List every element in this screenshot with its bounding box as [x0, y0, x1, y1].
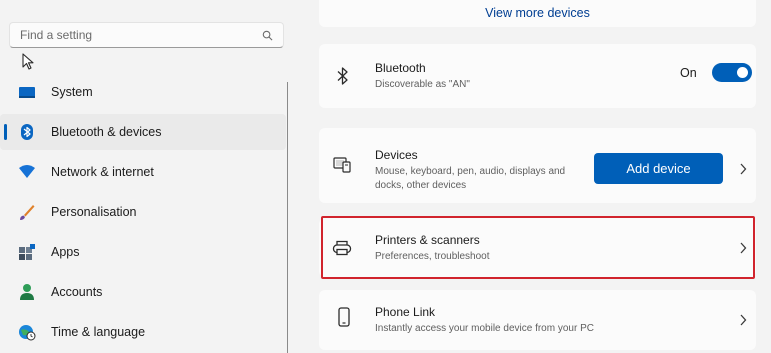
sidebar-item-label: Bluetooth & devices [51, 125, 162, 139]
sidebar-item-label: Apps [51, 245, 80, 259]
devices-title: Devices [375, 148, 418, 162]
mouse-cursor-icon [22, 53, 34, 70]
chevron-right-icon[interactable] [739, 314, 747, 326]
search-box[interactable] [9, 22, 284, 48]
phone-link-card[interactable]: Phone Link Instantly access your mobile … [319, 290, 756, 350]
bluetooth-toggle[interactable] [712, 63, 752, 82]
phone-link-title: Phone Link [375, 305, 436, 319]
sidebar-item-network[interactable]: Network & internet [0, 154, 286, 190]
bluetooth-icon [21, 124, 33, 140]
wifi-icon [19, 165, 35, 178]
sidebar-item-personalisation[interactable]: Personalisation [0, 194, 286, 230]
view-more-devices-card: View more devices [319, 0, 756, 27]
highlight-box [321, 216, 755, 279]
brush-icon [20, 205, 35, 220]
sidebar-item-apps[interactable]: Apps [0, 234, 286, 270]
apps-icon [19, 244, 35, 260]
sidebar-item-label: Network & internet [51, 165, 154, 179]
toggle-knob [737, 67, 748, 78]
bluetooth-title: Bluetooth [375, 61, 426, 75]
view-more-devices-link[interactable]: View more devices [319, 6, 756, 20]
active-indicator [4, 124, 7, 140]
add-device-button[interactable]: Add device [594, 153, 723, 184]
monitor-icon [19, 87, 35, 98]
bluetooth-toggle-label: On [680, 66, 697, 80]
phone-link-subtitle: Instantly access your mobile device from… [375, 323, 594, 334]
sidebar-item-time-language[interactable]: Time & language [0, 314, 286, 350]
sidebar-item-label: System [51, 85, 93, 99]
devices-subtitle: Mouse, keyboard, pen, audio, displays an… [375, 166, 566, 191]
sidebar-item-system[interactable]: System [0, 74, 286, 110]
sidebar-item-accounts[interactable]: Accounts [0, 274, 286, 310]
search-icon[interactable] [262, 30, 273, 41]
globe-clock-icon [19, 325, 36, 341]
sidebar-item-label: Time & language [51, 325, 146, 339]
search-input[interactable] [20, 27, 250, 43]
chevron-right-icon[interactable] [739, 163, 747, 175]
sidebar-item-label: Personalisation [51, 205, 137, 219]
sidebar-item-label: Accounts [51, 285, 103, 299]
bluetooth-subtitle: Discoverable as "AN" [375, 79, 470, 90]
devices-icon [333, 157, 351, 173]
sidebar-divider [287, 82, 288, 353]
bluetooth-icon [337, 67, 348, 85]
phone-icon [338, 307, 350, 327]
person-icon [20, 284, 34, 300]
sidebar-item-bluetooth-devices[interactable]: Bluetooth & devices [0, 114, 286, 150]
